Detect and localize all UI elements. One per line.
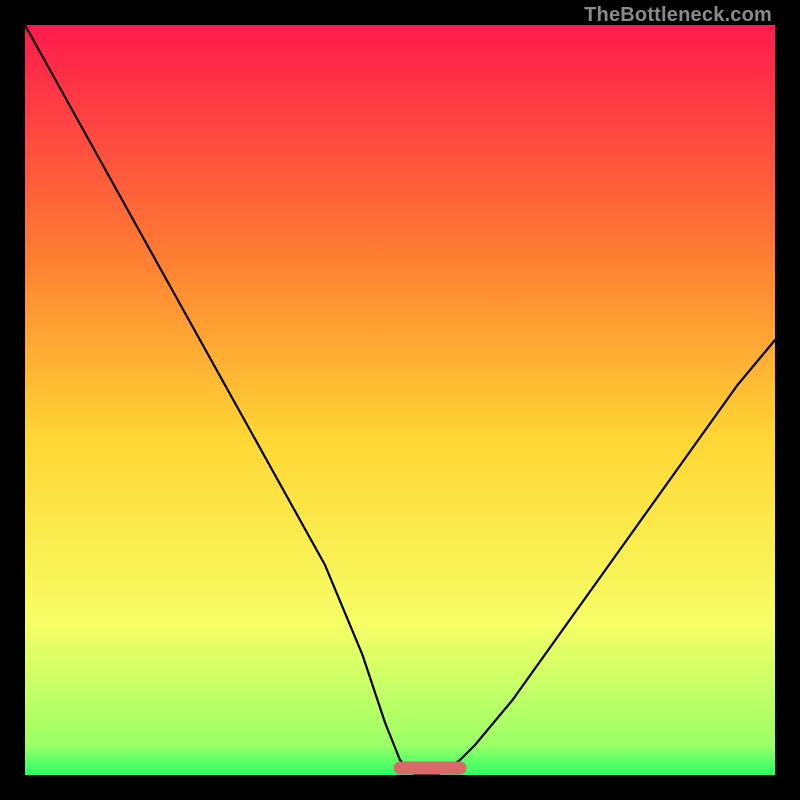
watermark-text: TheBottleneck.com: [584, 4, 772, 27]
chart-frame: [25, 25, 775, 775]
gradient-background: [25, 25, 775, 775]
bottleneck-chart: [25, 25, 775, 775]
